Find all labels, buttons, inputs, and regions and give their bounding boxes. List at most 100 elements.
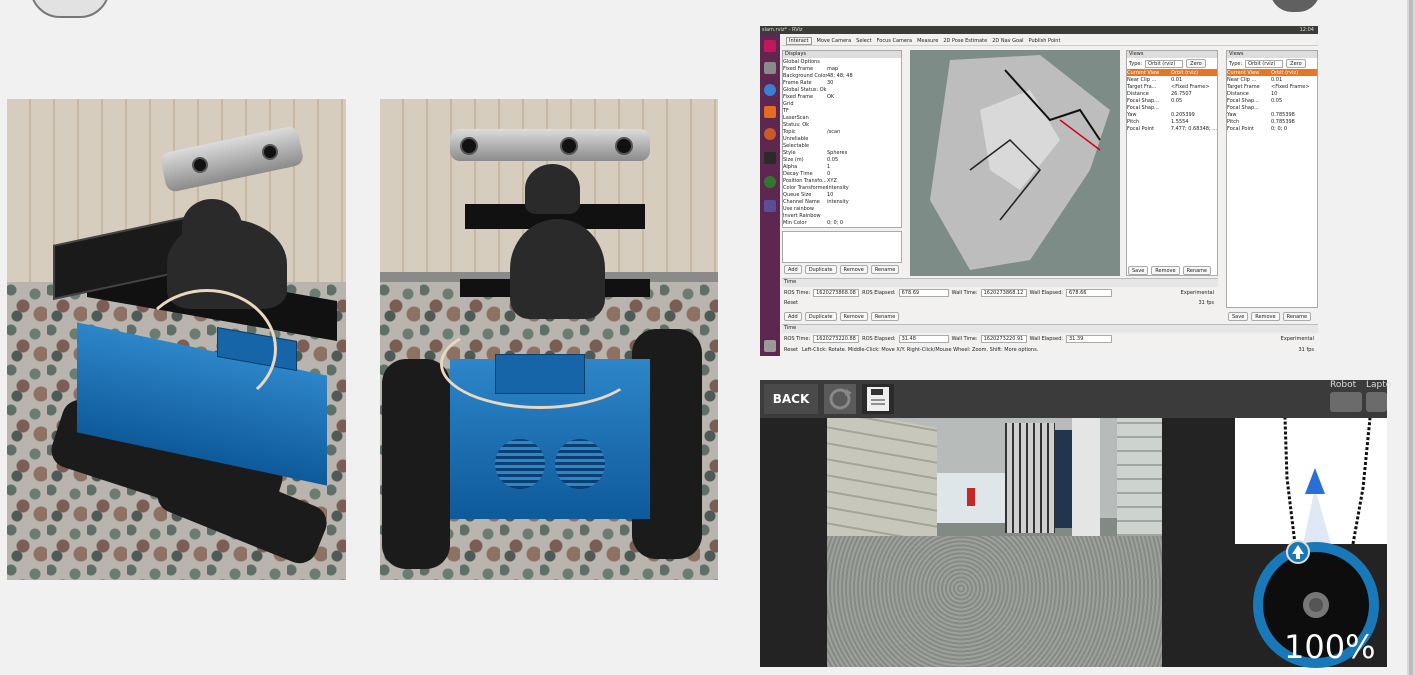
rename-button[interactable]: Rename (870, 265, 900, 274)
files-icon[interactable] (764, 62, 776, 74)
browser-icon[interactable] (764, 84, 776, 96)
display-property-row[interactable]: Alpha 1 (783, 163, 901, 170)
remove-button[interactable]: Remove (839, 265, 868, 274)
terminal-icon[interactable] (764, 152, 776, 164)
display-property-row[interactable]: Min Color 0; 0; 0 (783, 219, 901, 226)
reset-button[interactable]: Reset (784, 300, 798, 306)
views-property-row[interactable]: Focal Shap... (1127, 104, 1217, 111)
tool-focus-camera[interactable]: Focus Camera (877, 38, 913, 44)
updater-icon[interactable] (764, 176, 776, 188)
rviz-icon[interactable] (764, 200, 776, 212)
arrow-up-icon[interactable] (1286, 540, 1310, 564)
remove-button-2[interactable]: Remove (839, 312, 868, 321)
tool-interact[interactable]: Interact (786, 36, 812, 45)
zero-button-2[interactable]: Zero (1286, 59, 1306, 68)
wall-time-field[interactable]: 1620273868.12 (980, 289, 1027, 297)
display-property-row[interactable]: Grid (783, 100, 901, 107)
views-property-row[interactable]: Focal Point 7.477; 0.68348; ... (1127, 125, 1217, 132)
views-property-row[interactable]: Target Fra... <Fixed Frame> (1127, 83, 1217, 90)
views-property-row[interactable]: Yaw 0.205399 (1127, 111, 1217, 118)
views-property-2-row[interactable]: Distance 10 (1227, 90, 1317, 97)
reset-button-2[interactable]: Reset (784, 347, 798, 353)
display-property-row[interactable]: Frame Rate 30 (783, 79, 901, 86)
tool-move-camera[interactable]: Move Camera (817, 38, 852, 44)
display-property-row[interactable]: Fixed Frame map (783, 65, 901, 72)
minimap[interactable] (1235, 418, 1387, 544)
experimental-checkbox-2[interactable]: Experimental (1281, 336, 1318, 342)
views-rename-button[interactable]: Rename (1182, 266, 1212, 275)
save-icon[interactable] (862, 384, 894, 414)
display-property-row[interactable]: Decay Time 0 (783, 170, 901, 177)
display-property-row[interactable]: Style Spheres (783, 149, 901, 156)
display-property-row[interactable]: Invert Rainbow (783, 212, 901, 219)
views-rename-button-2[interactable]: Rename (1282, 312, 1312, 321)
views-property-2-row[interactable]: Near Clip ... 0.01 (1227, 76, 1317, 83)
ros-elapsed-field[interactable]: 678.69 (898, 289, 949, 297)
page-scrollbar-thumb[interactable] (1409, 0, 1413, 675)
software-icon[interactable] (764, 106, 776, 118)
display-property-row[interactable]: Color Transformer Intensity (783, 184, 901, 191)
rename-button-2[interactable]: Rename (870, 312, 900, 321)
display-property-row[interactable]: Size (m) 0.05 (783, 156, 901, 163)
views-remove-button[interactable]: Remove (1151, 266, 1180, 275)
duplicate-button-2[interactable]: Duplicate (804, 312, 837, 321)
views-property-2-row[interactable]: Target Frame <Fixed Frame> (1227, 83, 1317, 90)
views-property-2-row[interactable]: Focal Shap... 0.05 (1227, 97, 1317, 104)
zero-button[interactable]: Zero (1186, 59, 1206, 68)
views-property-row[interactable]: Pitch 1.5554 (1127, 118, 1217, 125)
views-type-select[interactable]: Orbit (rviz) (1145, 59, 1184, 68)
ros-elapsed-field-2[interactable]: 31.48 (898, 335, 949, 343)
add-button[interactable]: Add (784, 265, 802, 274)
wall-elapsed-field[interactable]: 678.66 (1065, 289, 1112, 297)
ros-time-field[interactable]: 1620273868.08 (813, 289, 860, 297)
back-button[interactable]: BACK (764, 384, 818, 414)
display-property-row[interactable]: Channel Name intensity (783, 198, 901, 205)
refresh-icon[interactable] (824, 384, 856, 414)
views-save-button-2[interactable]: Save (1228, 312, 1249, 321)
display-property-row[interactable]: Selectable (783, 142, 901, 149)
views-remove-button-2[interactable]: Remove (1251, 312, 1280, 321)
duplicate-button[interactable]: Duplicate (804, 265, 837, 274)
experimental-checkbox[interactable]: Experimental (1181, 290, 1218, 296)
display-property-row[interactable]: Fixed Frame OK (783, 93, 901, 100)
tool-select[interactable]: Select (856, 38, 871, 44)
display-property-row[interactable]: LaserScan (783, 114, 901, 121)
views-save-button[interactable]: Save (1128, 266, 1149, 275)
display-property-row[interactable]: Status: Ok (783, 121, 901, 128)
joystick-knob[interactable] (1303, 592, 1329, 618)
display-property-row[interactable]: Global Options (783, 58, 901, 65)
views-property-2-row[interactable]: Focal Point 0; 0; 0 (1227, 125, 1317, 132)
display-property-row[interactable]: Unreliable (783, 135, 901, 142)
views-property-2-row[interactable]: Current View Orbit (rviz) (1227, 69, 1317, 76)
display-property-row[interactable]: Topic/scan (783, 128, 901, 135)
views-property-2-row[interactable]: Yaw 0.785398 (1227, 111, 1317, 118)
robot-label: Robot (1330, 380, 1357, 390)
views-property-row[interactable]: Near Clip ... 0.01 (1127, 76, 1217, 83)
laptop-toggle[interactable] (1366, 392, 1387, 412)
views-property-2-row[interactable]: Focal Shap... (1227, 104, 1317, 111)
add-button-2[interactable]: Add (784, 312, 802, 321)
views-property-row[interactable]: Distance 26.7507 (1127, 90, 1217, 97)
views-property-2-row[interactable]: Pitch 0.785398 (1227, 118, 1317, 125)
tool-publish-point[interactable]: Publish Point (1029, 38, 1061, 44)
display-property-row[interactable]: Background Color 48; 48; 48 (783, 72, 901, 79)
views-property-row[interactable]: Focal Shap... 0.05 (1127, 97, 1217, 104)
display-property-row[interactable]: Queue Size 10 (783, 191, 901, 198)
tool-2d-nav-goal[interactable]: 2D Nav Goal (992, 38, 1023, 44)
settings-icon[interactable] (764, 128, 776, 140)
display-property-row[interactable]: Global Status: Ok (783, 86, 901, 93)
wall-elapsed-field-2[interactable]: 31.39 (1065, 335, 1112, 343)
views-type-select-2[interactable]: Orbit (rviz) (1245, 59, 1284, 68)
tool-measure[interactable]: Measure (917, 38, 938, 44)
wall-time-field-2[interactable]: 1620273220.91 (980, 335, 1027, 343)
display-property-row[interactable]: Position Transfo... XYZ (783, 177, 901, 184)
launcher-icon[interactable] (764, 40, 776, 52)
display-property-row[interactable]: Use rainbow (783, 205, 901, 212)
trash-icon[interactable] (764, 340, 776, 352)
robot-toggle[interactable] (1330, 392, 1362, 412)
tool-2d-pose-estimate[interactable]: 2D Pose Estimate (943, 38, 987, 44)
ros-time-field-2[interactable]: 1620273220.88 (813, 335, 860, 343)
rviz-3d-view[interactable] (910, 50, 1120, 276)
display-property-row[interactable]: TF (783, 107, 901, 114)
views-property-row[interactable]: Current View Orbit (rviz) (1127, 69, 1217, 76)
